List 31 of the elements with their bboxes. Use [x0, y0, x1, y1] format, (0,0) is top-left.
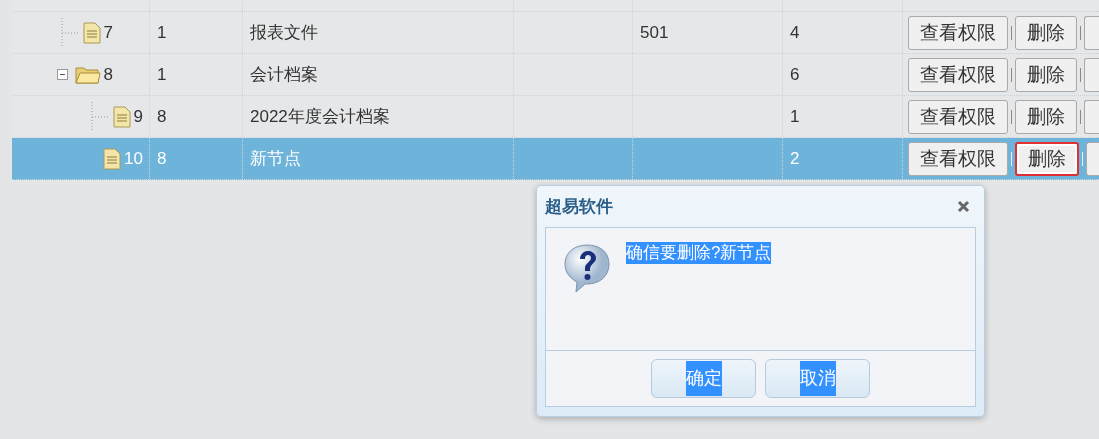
node-name: 2022年度会计档案: [250, 105, 390, 128]
tree-row[interactable]: 8 1 会计档案 6 查看权限 删除: [12, 54, 1099, 96]
node-id: 10: [124, 147, 143, 170]
view-permissions-button[interactable]: 查看权限: [908, 141, 1008, 176]
parent-id: 1: [157, 21, 167, 44]
view-permissions-button[interactable]: 查看权限: [908, 57, 1008, 92]
view-permissions-button[interactable]: 查看权限: [908, 15, 1008, 50]
count-cell-text: 6: [790, 63, 800, 86]
count-cell-text: 1: [790, 105, 800, 128]
code-cell-text: 501: [640, 21, 669, 44]
dialog-title: 超易软件: [545, 195, 613, 218]
node-id: 7: [103, 21, 113, 44]
confirm-message: 确信要删除?新节点: [626, 242, 772, 264]
count-cell-text: 2: [790, 147, 800, 170]
delete-button[interactable]: 删除: [1015, 15, 1077, 50]
parent-id: 1: [157, 63, 167, 86]
parent-id: 8: [157, 105, 167, 128]
node-id: 9: [133, 105, 143, 128]
view-permissions-button[interactable]: 查看权限: [908, 99, 1008, 134]
node-name: 会计档案: [250, 63, 318, 86]
delete-button[interactable]: 删除: [1015, 99, 1077, 134]
node-name: 报表文件: [250, 21, 318, 44]
tree-row[interactable]: 9 8 2022年度会计档案 1 查看权限 删除: [12, 96, 1099, 138]
delete-button[interactable]: 删除: [1015, 57, 1077, 92]
parent-id: 8: [157, 147, 167, 170]
count-cell-text: 4: [790, 21, 800, 44]
node-name: 新节点: [250, 147, 301, 170]
tree-row[interactable]: 10 8 新节点 2 查看权限 删除: [12, 138, 1099, 180]
delete-button[interactable]: 删除: [1015, 141, 1079, 176]
tree-row[interactable]: 7 1 报表文件 501 4 查看权限 删除: [12, 12, 1099, 54]
node-id: 8: [103, 63, 113, 86]
